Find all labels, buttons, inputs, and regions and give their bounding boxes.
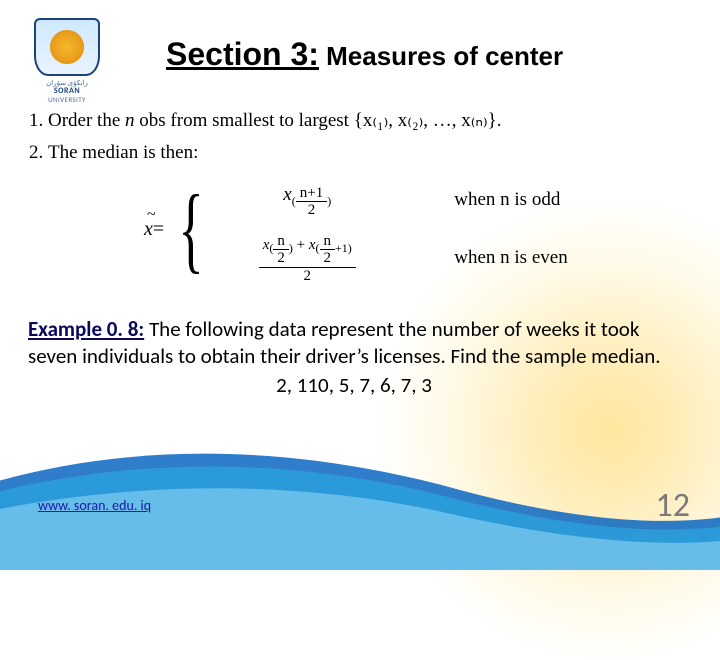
page-number: 12: [656, 485, 690, 526]
case-even-xb-num: n: [320, 233, 336, 251]
case-even-xb-tail: +1: [335, 241, 348, 255]
case-even-xa-den: 2: [273, 250, 289, 267]
body-content: Order the n obs from smallest to largest…: [24, 108, 696, 295]
footer-url-link[interactable]: www. soran. edu. iq: [38, 497, 151, 514]
title-rest: Measures of center: [319, 41, 563, 71]
brace-icon: {: [179, 193, 204, 265]
case-odd-condition: when n is odd: [454, 187, 560, 213]
case-even-numerator: x(n2) + x(n2+1): [259, 233, 356, 268]
step-1: Order the n obs from smallest to largest…: [48, 108, 696, 134]
university-logo: زانكۆى سۆران SORAN UNIVERSITY: [24, 18, 110, 104]
case-even-xa-num: n: [273, 233, 289, 251]
median-formula: x = { x(n+12) when n is odd x(n2) + x(n2…: [144, 171, 696, 287]
step1-ordered-set: {x₍₁₎, x₍₂₎, …, x₍ₙ₎}.: [354, 110, 502, 131]
logo-text-main: SORAN: [24, 87, 110, 95]
formula-lhs: x: [144, 216, 153, 243]
case-even: x(n2) + x(n2+1) 2 when n is even: [222, 229, 567, 287]
case-odd-expr: x(n+12): [222, 182, 392, 219]
case-odd-sub-num: n+1: [296, 185, 327, 203]
case-even-plus: +: [293, 236, 309, 252]
slide-title: Section 3: Measures of center: [166, 36, 563, 73]
case-odd: x(n+12) when n is odd: [222, 171, 567, 229]
logo-text-sub: UNIVERSITY: [24, 95, 110, 104]
step2-text: The median is then:: [48, 142, 198, 163]
case-even-outer-frac: x(n2) + x(n2+1) 2: [259, 233, 356, 285]
example-data: 2, 110, 5, 7, 6, 7, 3: [28, 372, 680, 399]
formula-lhs-x: x: [144, 218, 153, 240]
example-label: Example 0. 8:: [28, 316, 144, 342]
step1-text-b: obs from smallest to largest: [135, 110, 354, 131]
title-section: Section 3:: [166, 36, 319, 72]
step1-var-n: n: [125, 110, 135, 131]
case-even-expr: x(n2) + x(n2+1) 2: [222, 233, 392, 285]
logo-sun-icon: [50, 30, 84, 64]
step1-text-a: Order the: [48, 110, 125, 131]
logo-shield-icon: [34, 18, 100, 76]
case-odd-x: x: [283, 184, 291, 205]
step-2: The median is then:: [48, 140, 696, 166]
formula-cases: x(n+12) when n is odd x(n2) + x(n2+1) 2 …: [222, 171, 567, 287]
case-even-condition: when n is even: [454, 245, 567, 271]
case-odd-subscript: (n+12): [292, 194, 331, 208]
case-odd-sub-den: 2: [296, 202, 327, 219]
case-even-denominator: 2: [259, 268, 356, 285]
case-even-xb: x: [309, 236, 316, 252]
example-block: Example 0. 8: The following data represe…: [28, 316, 680, 399]
case-even-xb-den: 2: [320, 250, 336, 267]
